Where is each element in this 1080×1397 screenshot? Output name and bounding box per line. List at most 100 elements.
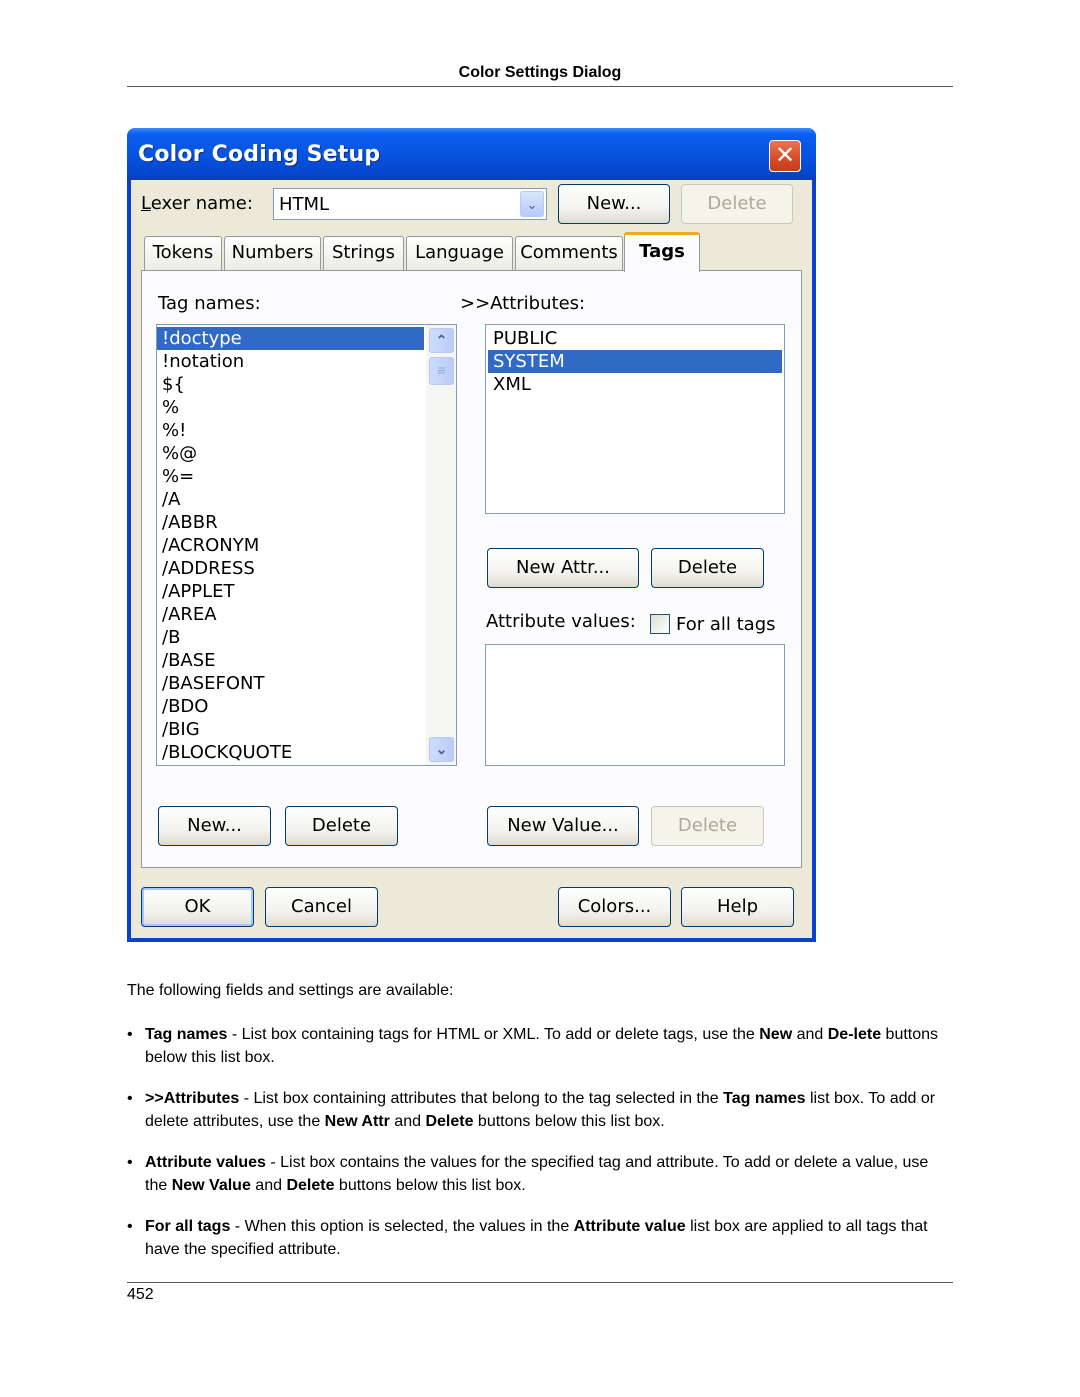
lexer-label-text: exer name: <box>150 193 253 214</box>
tag-name-item[interactable]: /BASE <box>157 649 424 672</box>
dialog-client-area: Lexer name: HTML ⌄ New... Delete Tokens … <box>131 180 812 938</box>
text-run: buttons below this list box. <box>334 1177 526 1194</box>
bullet-icon: • <box>127 1026 133 1043</box>
tag-names-scrollbar[interactable]: ⌃ ≡ ⌄ <box>426 325 456 765</box>
text-run: - When this option is selected, the valu… <box>230 1218 574 1235</box>
bold-term: Tag names <box>723 1090 806 1107</box>
delete-lexer-button[interactable]: Delete <box>681 184 793 224</box>
scroll-up-button[interactable]: ⌃ <box>429 328 454 353</box>
tag-names-listbox[interactable]: !doctype !notation ${%%! %@ %=/A/ABBR/ACRONY… <box>156 324 457 766</box>
attributes-listbox[interactable]: PUBLIC SYSTEM XML <box>485 324 785 514</box>
lexer-accelerator-key: L <box>141 193 151 214</box>
tab-numbers[interactable]: Numbers <box>224 236 321 270</box>
lexer-name-combobox[interactable]: HTML ⌄ <box>273 188 547 220</box>
new-lexer-button[interactable]: New... <box>558 184 670 224</box>
bullet-text: >>Attributes - List box containing attri… <box>145 1087 953 1133</box>
for-all-tags-checkbox[interactable] <box>650 614 670 634</box>
tag-name-item[interactable]: /BLOCKQUOTE <box>157 741 424 764</box>
bullet-item: • Attribute values - List box contains th… <box>127 1151 953 1197</box>
tag-name-item[interactable]: /BIG <box>157 718 424 741</box>
bold-term: Delete <box>286 1177 335 1194</box>
delete-tag-button[interactable]: Delete <box>285 806 398 846</box>
bullet-icon: • <box>127 1218 133 1235</box>
bold-term: New <box>759 1026 793 1043</box>
intro-text: The following fields and settings are av… <box>127 982 454 999</box>
text-run: - List box containing tags for HTML or X… <box>227 1026 760 1043</box>
bold-term: De-lete <box>827 1026 882 1043</box>
close-button[interactable]: ✕ <box>769 140 801 172</box>
tag-name-item[interactable]: /A <box>157 488 424 511</box>
scroll-down-button[interactable]: ⌄ <box>429 737 454 762</box>
for-all-tags-label[interactable]: For all tags <box>676 614 776 635</box>
delete-value-button[interactable]: Delete <box>651 806 764 846</box>
tag-name-item[interactable]: % <box>157 396 424 419</box>
tag-name-item[interactable]: !notation <box>157 350 424 373</box>
bold-term: Delete <box>425 1113 474 1130</box>
page-number: 452 <box>127 1286 154 1303</box>
bold-term: For all tags <box>145 1218 231 1235</box>
cancel-button[interactable]: Cancel <box>265 887 378 927</box>
tag-name-item[interactable]: %@ <box>157 442 424 465</box>
tag-names-list: !doctype !notation ${%%! %@ %=/A/ABBR/ACRONY… <box>157 325 456 764</box>
tag-name-item[interactable]: %! <box>157 419 424 442</box>
tag-names-label: Tag names: <box>158 293 261 314</box>
tag-name-item[interactable]: %= <box>157 465 424 488</box>
bullet-text: Attribute values - List box contains the… <box>145 1151 953 1197</box>
bullet-item: • For all tags - When this option is sele… <box>127 1215 953 1261</box>
chevron-down-icon[interactable]: ⌄ <box>520 191 544 217</box>
ok-button[interactable]: OK <box>141 887 254 927</box>
chevron-up-icon: ⌃ <box>435 332 448 348</box>
new-value-button[interactable]: New Value... <box>487 806 639 846</box>
tag-name-item[interactable]: /ACRONYM <box>157 534 424 557</box>
attribute-item[interactable]: SYSTEM <box>488 350 782 373</box>
tag-name-item[interactable]: /BDO <box>157 695 424 718</box>
text-run: and <box>250 1177 287 1194</box>
tag-name-item[interactable]: /AREA <box>157 603 424 626</box>
tab-language[interactable]: Language <box>406 236 513 270</box>
title-bar[interactable]: Color Coding Setup ✕ <box>127 128 816 180</box>
tab-comments[interactable]: Comments <box>515 236 623 270</box>
text-run: and <box>389 1113 426 1130</box>
attribute-item[interactable]: XML <box>488 373 782 396</box>
lexer-name-label: Lexer name: <box>141 193 253 214</box>
bold-term: New Value <box>171 1177 251 1194</box>
chevron-down-icon: ⌄ <box>435 741 448 757</box>
tag-name-item[interactable]: /BASEFONT <box>157 672 424 695</box>
bullet-text: For all tags - When this option is selec… <box>145 1215 953 1261</box>
color-coding-setup-dialog: Color Coding Setup ✕ Lexer name: HTML ⌄ … <box>127 128 816 942</box>
lexer-name-value: HTML <box>279 194 330 215</box>
attribute-values-listbox[interactable] <box>485 644 785 766</box>
colors-button[interactable]: Colors... <box>558 887 671 927</box>
header-rule <box>127 86 953 87</box>
tag-name-item[interactable]: /ABBR <box>157 511 424 534</box>
tab-tokens[interactable]: Tokens <box>144 236 222 270</box>
tag-name-item[interactable]: !doctype <box>157 327 424 350</box>
tab-tags[interactable]: Tags <box>624 232 700 272</box>
attribute-item[interactable]: PUBLIC <box>488 327 782 350</box>
scroll-thumb[interactable]: ≡ <box>429 357 454 385</box>
grip-icon: ≡ <box>437 362 446 378</box>
bold-term: New Attr <box>324 1113 390 1130</box>
help-button[interactable]: Help <box>681 887 794 927</box>
attribute-values-label: Attribute values: <box>486 611 636 632</box>
tag-name-item[interactable]: /B <box>157 626 424 649</box>
bold-term: Attribute values <box>145 1154 266 1171</box>
delete-attr-button[interactable]: Delete <box>651 548 764 588</box>
tag-name-item[interactable]: /ADDRESS <box>157 557 424 580</box>
bullet-icon: • <box>127 1154 133 1171</box>
bold-term: >>Attributes <box>145 1090 240 1107</box>
bold-term: Attribute value <box>573 1218 686 1235</box>
text-run: buttons below this list box. <box>473 1113 665 1130</box>
new-tag-button[interactable]: New... <box>158 806 271 846</box>
attributes-list: PUBLIC SYSTEM XML <box>486 325 784 396</box>
page-header: Color Settings Dialog <box>458 64 622 81</box>
close-icon: ✕ <box>774 141 796 169</box>
dialog-title: Color Coding Setup <box>138 142 381 167</box>
tag-name-item[interactable]: ${ <box>157 373 424 396</box>
text-run: and <box>792 1026 828 1043</box>
tab-strings[interactable]: Strings <box>323 236 404 270</box>
bullet-text: Tag names - List box containing tags for… <box>145 1023 953 1069</box>
bullet-icon: • <box>127 1090 133 1107</box>
tag-name-item[interactable]: /APPLET <box>157 580 424 603</box>
new-attr-button[interactable]: New Attr... <box>487 548 639 588</box>
